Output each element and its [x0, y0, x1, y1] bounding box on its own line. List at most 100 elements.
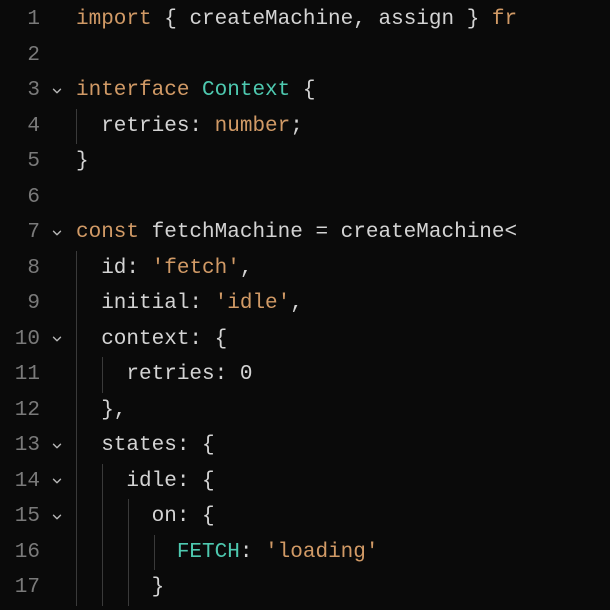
chevron-down-icon[interactable] [50, 332, 64, 346]
indent-guide [128, 570, 129, 606]
gutter-row: 17 [0, 570, 76, 606]
code-line[interactable] [76, 38, 610, 74]
token: } [454, 2, 492, 38]
indent-guide [102, 535, 103, 571]
line-number: 1 [0, 2, 42, 38]
line-number: 5 [0, 144, 42, 180]
indent-guide [128, 535, 129, 571]
code-line[interactable]: on: { [76, 499, 610, 535]
token: import [76, 2, 152, 38]
code-area[interactable]: import { createMachine, assign } fr inter… [76, 0, 610, 610]
token: : { [177, 428, 215, 464]
line-number: 4 [0, 109, 42, 145]
code-line[interactable]: } [76, 144, 610, 180]
code-line[interactable]: idle: { [76, 464, 610, 500]
code-line[interactable]: retries: number; [76, 109, 610, 145]
code-line[interactable]: const fetchMachine = createMachine< [76, 215, 610, 251]
indent-guide [76, 286, 77, 322]
indent-guide [76, 109, 77, 145]
token: { [290, 73, 315, 109]
token: on [76, 499, 177, 535]
indent-guide [102, 499, 103, 535]
code-line[interactable]: context: { [76, 322, 610, 358]
indent-guide [76, 535, 77, 571]
gutter-row: 3 [0, 73, 76, 109]
line-number: 17 [0, 570, 42, 606]
code-line[interactable]: retries: 0 [76, 357, 610, 393]
token: createMachine [189, 2, 353, 38]
token: FETCH [177, 535, 240, 571]
fold-toggle[interactable] [42, 510, 72, 524]
fold-toggle[interactable] [42, 84, 72, 98]
token [76, 535, 177, 571]
indent-guide [76, 464, 77, 500]
indent-guide [102, 570, 103, 606]
indent-guide [76, 393, 77, 429]
fold-toggle[interactable] [42, 332, 72, 346]
gutter-row: 9 [0, 286, 76, 322]
code-line[interactable]: interface Context { [76, 73, 610, 109]
code-line[interactable]: initial: 'idle', [76, 286, 610, 322]
chevron-down-icon[interactable] [50, 439, 64, 453]
code-editor[interactable]: 1234567891011121314151617 import { creat… [0, 0, 610, 610]
token: createMachine [341, 215, 505, 251]
token: , [240, 251, 253, 287]
token: interface [76, 73, 189, 109]
token: : [126, 251, 151, 287]
code-line[interactable]: FETCH: 'loading' [76, 535, 610, 571]
fold-toggle[interactable] [42, 439, 72, 453]
token: { [152, 2, 190, 38]
token: states [76, 428, 177, 464]
token: : { [189, 322, 227, 358]
line-number: 15 [0, 499, 42, 535]
token: 'loading' [265, 535, 378, 571]
line-number: 10 [0, 322, 42, 358]
line-number: 14 [0, 464, 42, 500]
line-number: 8 [0, 251, 42, 287]
line-number: 7 [0, 215, 42, 251]
token [139, 215, 152, 251]
code-line[interactable]: import { createMachine, assign } fr [76, 2, 610, 38]
code-line[interactable]: id: 'fetch', [76, 251, 610, 287]
token: , [353, 2, 378, 38]
gutter-row: 2 [0, 38, 76, 74]
token: , [290, 286, 303, 322]
chevron-down-icon[interactable] [50, 84, 64, 98]
gutter-row: 8 [0, 251, 76, 287]
token [189, 73, 202, 109]
code-line[interactable]: }, [76, 393, 610, 429]
gutter: 1234567891011121314151617 [0, 0, 76, 610]
indent-guide [76, 357, 77, 393]
line-number: 13 [0, 428, 42, 464]
token: Context [202, 73, 290, 109]
token: const [76, 215, 139, 251]
indent-guide [128, 499, 129, 535]
chevron-down-icon[interactable] [50, 510, 64, 524]
line-number: 9 [0, 286, 42, 322]
gutter-row: 16 [0, 535, 76, 571]
gutter-row: 10 [0, 322, 76, 358]
gutter-row: 1 [0, 2, 76, 38]
indent-guide [102, 357, 103, 393]
chevron-down-icon[interactable] [50, 474, 64, 488]
token: fr [492, 2, 517, 38]
indent-guide [76, 322, 77, 358]
gutter-row: 15 [0, 499, 76, 535]
token: retries [76, 109, 189, 145]
code-line[interactable] [76, 180, 610, 216]
gutter-row: 5 [0, 144, 76, 180]
indent-guide [76, 570, 77, 606]
indent-guide [76, 428, 77, 464]
token: } [76, 570, 164, 606]
chevron-down-icon[interactable] [50, 226, 64, 240]
line-number: 12 [0, 393, 42, 429]
gutter-row: 4 [0, 109, 76, 145]
token: : { [177, 499, 215, 535]
token: 'fetch' [152, 251, 240, 287]
fold-toggle[interactable] [42, 474, 72, 488]
fold-toggle[interactable] [42, 226, 72, 240]
code-line[interactable]: states: { [76, 428, 610, 464]
line-number: 3 [0, 73, 42, 109]
code-line[interactable]: } [76, 570, 610, 606]
gutter-row: 11 [0, 357, 76, 393]
